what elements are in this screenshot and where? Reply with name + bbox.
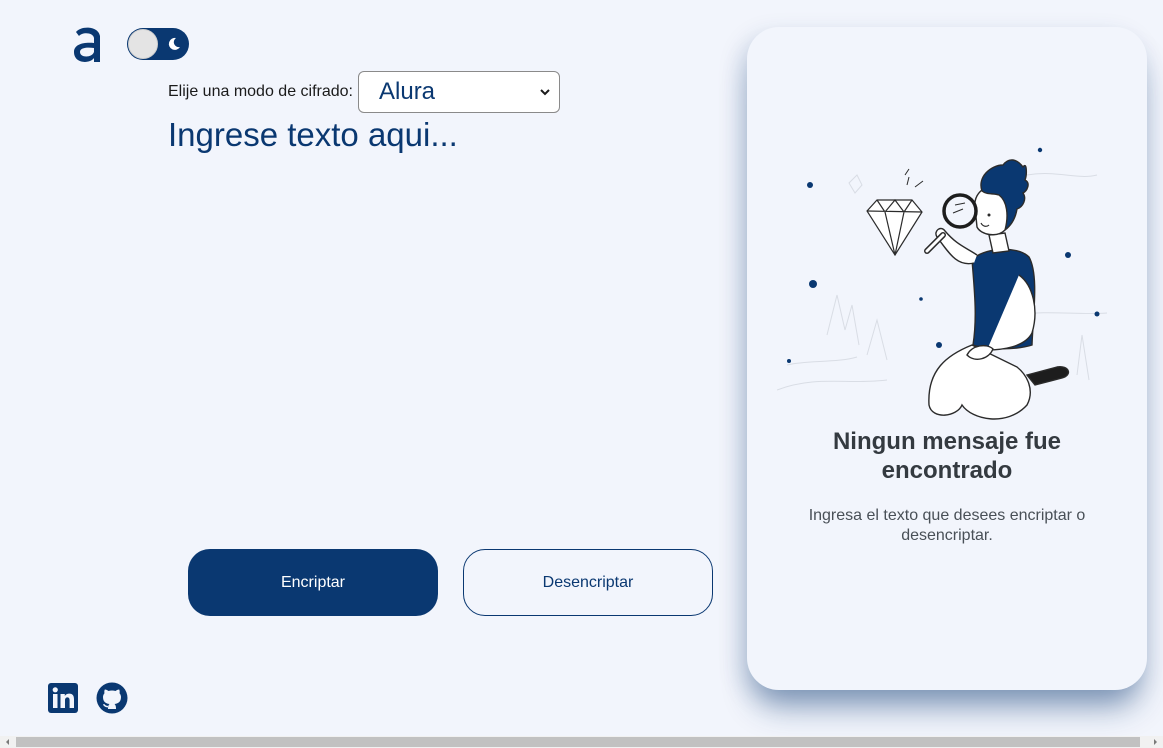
cipher-mode-label: Elije una modo de cifrado: <box>168 83 353 100</box>
output-panel: Ningun mensaje fue encontrado Ingresa el… <box>747 27 1147 690</box>
decrypt-button[interactable]: Desencriptar <box>463 549 713 616</box>
theme-toggle[interactable] <box>127 28 189 60</box>
empty-state-description: Ingresa el texto que desees encriptar o … <box>808 507 1086 544</box>
scrollbar-thumb[interactable] <box>16 737 1140 747</box>
moon-icon <box>168 37 180 50</box>
cipher-mode-row: Elije una modo de cifrado: Alura <box>168 71 560 113</box>
linkedin-icon[interactable] <box>47 682 79 714</box>
toggle-knob <box>128 29 158 59</box>
chevron-down-icon <box>540 89 550 96</box>
message-textarea[interactable]: Ingrese texto aqui... <box>168 116 708 516</box>
horizontal-scrollbar[interactable] <box>0 736 1163 748</box>
scroll-left-icon[interactable] <box>2 736 14 748</box>
message-placeholder: Ingrese texto aqui... <box>168 116 458 153</box>
cipher-mode-value: Alura <box>379 78 436 105</box>
scroll-right-icon[interactable] <box>1149 736 1161 748</box>
empty-state-title: Ningun mensaje fue encontrado <box>832 428 1062 484</box>
github-icon[interactable] <box>96 682 128 714</box>
encrypt-button[interactable]: Encriptar <box>188 549 438 616</box>
cipher-mode-select[interactable]: Alura <box>358 71 560 113</box>
alura-logo-icon <box>74 27 100 62</box>
person-with-magnifier-illustration <box>777 147 1108 420</box>
